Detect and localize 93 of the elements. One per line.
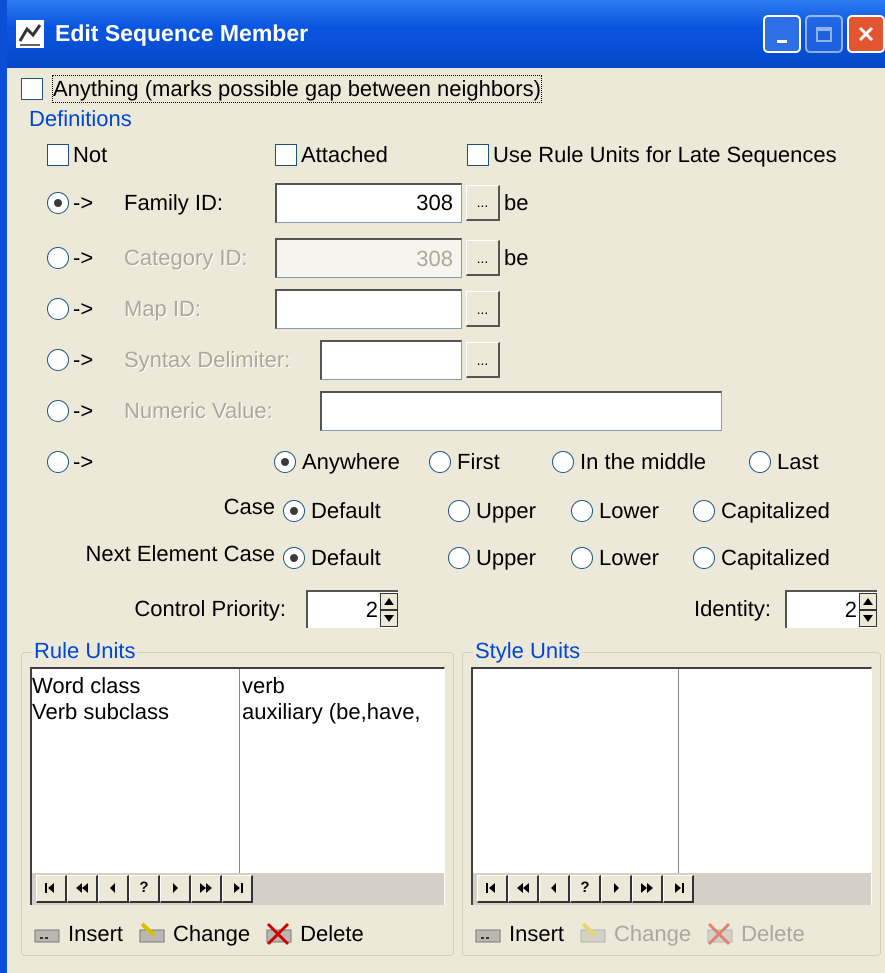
checkbox-label: Use Rule Units for Late Sequences <box>493 142 837 168</box>
next-page-button[interactable] <box>191 874 222 903</box>
list-cell[interactable]: Word class <box>32 672 239 700</box>
last-button[interactable] <box>662 874 694 903</box>
checkbox[interactable] <box>47 144 69 166</box>
maximize-icon <box>816 26 832 42</box>
delete-icon <box>707 922 734 946</box>
arrow-label: -> <box>72 347 94 374</box>
row-label: Case <box>222 494 275 520</box>
radio-label: Default <box>311 498 381 524</box>
minimize-button[interactable] <box>763 15 801 53</box>
radio-button[interactable] <box>448 547 470 570</box>
arrow-label: -> <box>72 245 94 272</box>
prev-page-icon <box>516 881 530 896</box>
list-cell[interactable]: auxiliary (be,have, <box>242 699 444 726</box>
radio-button[interactable] <box>571 547 593 570</box>
next-page-button[interactable] <box>632 874 663 903</box>
delete-icon <box>266 922 292 946</box>
prev-page-button[interactable] <box>508 874 539 903</box>
radio-label: Upper <box>476 545 536 572</box>
help-button[interactable]: ? <box>129 874 160 903</box>
arrow-label: -> <box>72 398 94 424</box>
arrow-label: -> <box>72 449 94 476</box>
radio-button[interactable] <box>283 547 305 570</box>
suffix-label: be <box>504 245 528 272</box>
last-button[interactable] <box>222 874 253 903</box>
radio-button[interactable] <box>571 500 593 522</box>
field-label: Category ID: <box>124 245 248 272</box>
checkbox-label: Attached <box>301 142 388 168</box>
section-title: Definitions <box>29 106 133 133</box>
radio-label: Upper <box>476 498 536 524</box>
arrow-label: -> <box>72 190 94 216</box>
field-label: Identity: <box>694 596 771 622</box>
spinner-arrows-icon[interactable] <box>380 592 398 627</box>
field-label: Control Priority: <box>133 596 286 622</box>
next-page-icon <box>199 881 213 896</box>
checkbox[interactable] <box>21 78 43 100</box>
window-title: Edit Sequence Member <box>55 20 310 48</box>
row-label: Next Element Case <box>84 541 275 568</box>
insert-button[interactable]: Insert <box>474 920 564 948</box>
radio-button[interactable] <box>47 192 69 214</box>
radio-button[interactable] <box>429 451 451 474</box>
insert-button[interactable]: Insert <box>34 920 124 948</box>
change-button[interactable]: Change <box>139 920 250 948</box>
browse-button[interactable]: ... <box>466 184 500 221</box>
priority-spinner[interactable]: 2 <box>306 590 398 628</box>
radio-button[interactable] <box>749 451 771 474</box>
next-button[interactable] <box>160 874 191 903</box>
checkbox-label: Not <box>73 142 108 168</box>
next-button[interactable] <box>600 874 632 903</box>
delete-button[interactable]: Delete <box>266 920 364 948</box>
radio-label: Anywhere <box>302 449 400 476</box>
checkbox-label: Anything (marks possible gap between neighbors) <box>53 76 541 102</box>
prev-button[interactable] <box>538 874 570 903</box>
radio-label: Lower <box>599 545 659 572</box>
radio-button[interactable] <box>47 451 69 474</box>
spinner-arrows-icon[interactable] <box>859 592 877 627</box>
suffix-label: be <box>504 190 528 216</box>
radio-label: Default <box>311 545 381 572</box>
radio-button[interactable] <box>693 500 715 522</box>
radio-label: Capitalized <box>721 545 830 572</box>
minimize-icon <box>777 40 787 43</box>
radio-button[interactable] <box>283 500 305 522</box>
first-button[interactable] <box>36 874 67 903</box>
field-label: Map ID: <box>124 296 202 322</box>
input-field[interactable]: 308 <box>275 182 462 223</box>
prev-page-icon <box>75 881 89 896</box>
field-label: Numeric Value: <box>124 398 274 424</box>
prev-button[interactable] <box>98 874 129 903</box>
prev-page-button[interactable] <box>67 874 98 903</box>
close-icon <box>858 26 874 42</box>
field-label: Syntax Delimiter: <box>124 347 292 374</box>
radio-button[interactable] <box>693 547 715 570</box>
list-cell[interactable]: verb <box>242 672 444 700</box>
help-button[interactable]: ? <box>570 874 601 903</box>
radio-label: Lower <box>599 498 659 524</box>
field-label: Family ID: <box>124 190 224 216</box>
identity-spinner[interactable]: 2 <box>785 590 877 628</box>
close-button[interactable] <box>847 15 885 53</box>
radio-label: Last <box>777 449 819 476</box>
radio-label: Capitalized <box>721 498 830 524</box>
checkbox[interactable] <box>275 144 297 166</box>
radio-label: First <box>457 449 500 476</box>
first-button[interactable] <box>476 874 508 903</box>
list-cell[interactable]: Verb subclass <box>32 699 239 726</box>
next-page-icon <box>640 881 654 896</box>
radio-button[interactable] <box>448 500 470 522</box>
radio-label: In the middle <box>580 449 706 476</box>
checkbox[interactable] <box>467 144 489 166</box>
radio-button[interactable] <box>552 451 574 474</box>
app-icon <box>15 19 45 49</box>
arrow-label: -> <box>72 296 94 322</box>
radio-button[interactable] <box>274 451 296 474</box>
